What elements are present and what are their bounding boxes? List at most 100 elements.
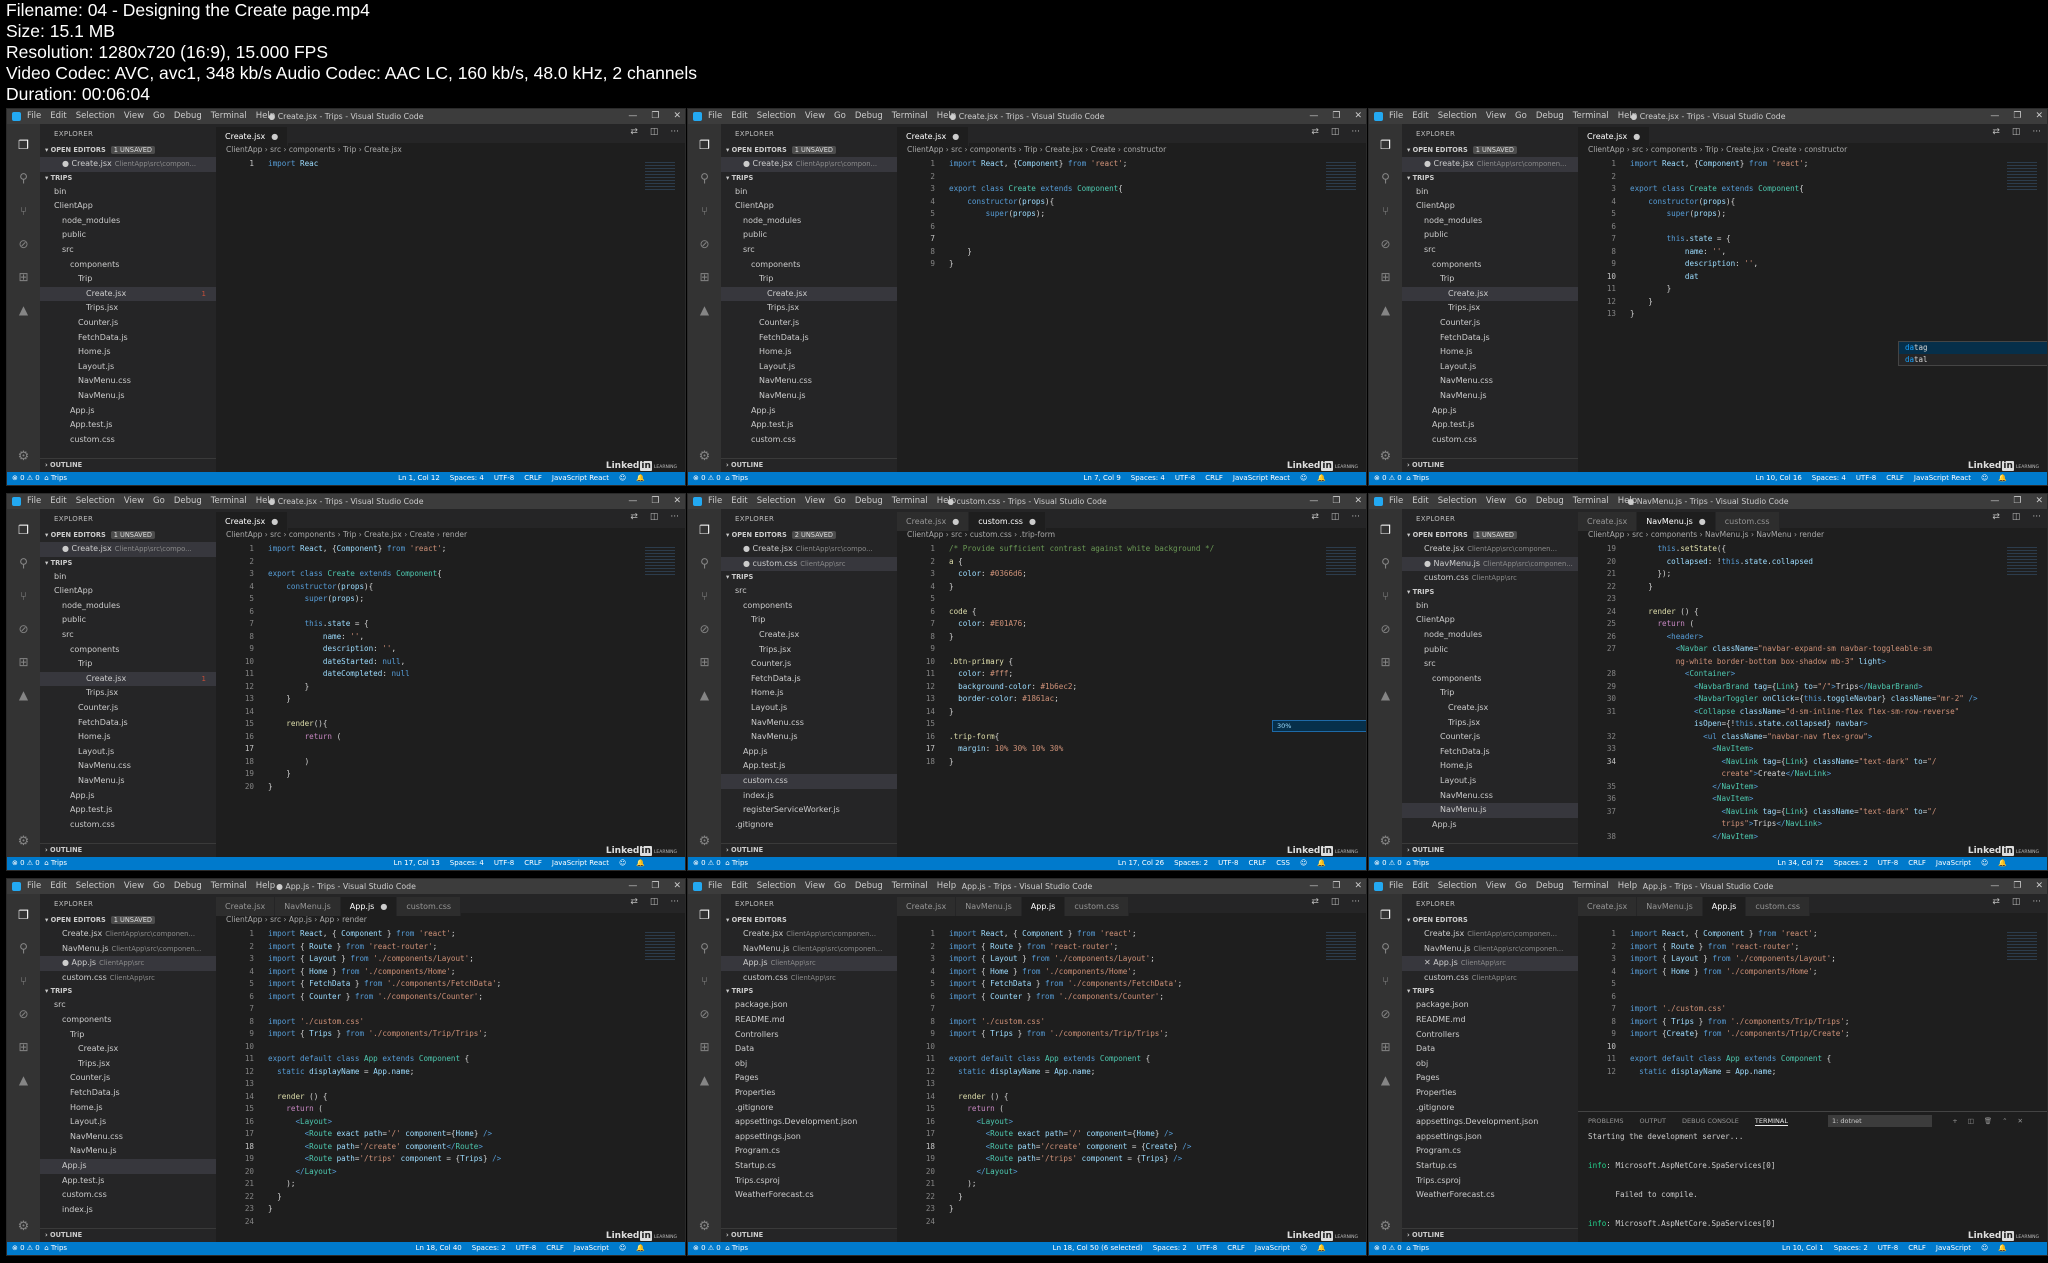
code-line[interactable]: 19 <Route path='/trips' component = {Tri… bbox=[897, 1153, 1366, 1166]
more-icon[interactable]: ··· bbox=[670, 512, 679, 522]
file-tree-item[interactable]: FetchData.js bbox=[1402, 331, 1578, 346]
file-tree-item[interactable]: src bbox=[40, 628, 216, 643]
file-tree-item[interactable]: FetchData.js bbox=[1402, 745, 1578, 760]
extensions-icon[interactable]: ⊞ bbox=[7, 651, 40, 674]
minimize-icon[interactable]: — bbox=[1990, 881, 1999, 891]
code-line[interactable]: 12 background-color: #1b6ec2; bbox=[897, 681, 1366, 694]
code-line[interactable]: 2 import { Route } from 'react-router'; bbox=[897, 941, 1366, 954]
debug-icon[interactable]: ⊘ bbox=[1369, 618, 1402, 641]
outline-section[interactable]: › OUTLINE bbox=[40, 843, 216, 857]
outline-section[interactable]: › OUTLINE bbox=[1402, 458, 1578, 472]
file-tree-item[interactable]: Layout.js bbox=[721, 701, 897, 716]
restore-icon[interactable]: ❐ bbox=[651, 496, 659, 506]
problems-status[interactable]: ⊗ 0 ⚠ 0 bbox=[12, 859, 40, 867]
code-line[interactable]: 4 import { Home } from './components/Home… bbox=[897, 966, 1366, 979]
code-line[interactable]: 26 <header> bbox=[1578, 631, 2047, 644]
code-line[interactable]: 16 <Layout> bbox=[897, 1116, 1366, 1129]
minimap[interactable] bbox=[1326, 932, 1356, 962]
file-tree-item[interactable]: Home.js bbox=[1402, 345, 1578, 360]
more-icon[interactable]: ··· bbox=[1351, 127, 1360, 137]
files-icon[interactable]: ❐ bbox=[688, 134, 721, 157]
editor-tab[interactable]: App.js ● bbox=[340, 897, 398, 916]
minimap[interactable] bbox=[1326, 162, 1356, 192]
code-line[interactable]: 10 .btn-primary { bbox=[897, 656, 1366, 669]
file-tree-item[interactable]: node_modules bbox=[1402, 214, 1578, 229]
files-icon[interactable]: ❐ bbox=[688, 904, 721, 927]
editor-tab[interactable]: App.js bbox=[1702, 897, 1747, 916]
indentation[interactable]: Spaces: 4 bbox=[1131, 474, 1165, 482]
file-tree-item[interactable]: Trip bbox=[721, 613, 897, 628]
file-tree-item[interactable]: Startup.cs bbox=[721, 1159, 897, 1174]
open-editor-item[interactable]: ● NavMenu.js ClientApp\src\componen... bbox=[1402, 556, 1578, 572]
close-window-icon[interactable]: ✕ bbox=[1354, 881, 1362, 891]
restore-icon[interactable]: ❐ bbox=[651, 881, 659, 891]
file-tree-item[interactable]: Layout.js bbox=[1402, 774, 1578, 789]
problems-status[interactable]: ⊗ 0 ⚠ 0 bbox=[693, 474, 721, 482]
editor-tab[interactable]: Create.jsx ● bbox=[216, 512, 289, 531]
file-tree-item[interactable]: custom.css bbox=[40, 818, 216, 833]
line-ending[interactable]: CRLF bbox=[524, 474, 542, 482]
file-tree-item[interactable]: components bbox=[721, 599, 897, 614]
file-tree-item[interactable]: NavMenu.css bbox=[1402, 789, 1578, 804]
branch-status[interactable]: Trips bbox=[732, 1244, 748, 1252]
code-line[interactable]: 6 import { Counter } from './components/C… bbox=[216, 991, 685, 1004]
code-line[interactable]: 2 bbox=[216, 556, 685, 569]
language-mode[interactable]: JavaScript React bbox=[552, 474, 609, 482]
code-line[interactable]: 19 } bbox=[216, 768, 685, 781]
file-tree-item[interactable]: NavMenu.css bbox=[40, 1130, 216, 1145]
outline-section[interactable]: › OUTLINE bbox=[40, 1228, 216, 1242]
close-window-icon[interactable]: ✕ bbox=[2035, 111, 2043, 121]
trips-section[interactable]: ▾ TRIPS bbox=[1402, 985, 1578, 998]
code-line[interactable]: 19 <Route path='/trips' component = {Tri… bbox=[216, 1153, 685, 1166]
code-line[interactable]: 36 <NavItem> bbox=[1578, 793, 2047, 806]
bell-icon[interactable]: 🔔 bbox=[636, 859, 645, 867]
code-line[interactable]: 6 bbox=[897, 221, 1366, 234]
search-icon[interactable]: ⚲ bbox=[7, 552, 40, 575]
code-line[interactable]: 29 <NavbarBrand tag={Link} to="/">Trips<… bbox=[1578, 681, 2047, 694]
files-icon[interactable]: ❐ bbox=[7, 904, 40, 927]
file-tree-item[interactable]: Counter.js bbox=[40, 316, 216, 331]
source-control-icon[interactable]: ⑂ bbox=[1369, 970, 1402, 993]
open-editors-section[interactable]: ▾ OPEN EDITORS bbox=[721, 914, 897, 927]
language-mode[interactable]: JavaScript React bbox=[1233, 474, 1290, 482]
file-tree-item[interactable]: WeatherForecast.cs bbox=[721, 1188, 897, 1203]
bell-icon[interactable]: 🔔 bbox=[636, 474, 645, 482]
panel-tab-debug-console[interactable]: DEBUG CONSOLE bbox=[1682, 1117, 1739, 1125]
cursor-position[interactable]: Ln 18, Col 50 (6 selected) bbox=[1053, 1244, 1143, 1252]
code-line[interactable]: 8 } bbox=[897, 246, 1366, 259]
restore-icon[interactable]: ❐ bbox=[1332, 881, 1340, 891]
problems-status[interactable]: ⊗ 0 ⚠ 0 bbox=[12, 1244, 40, 1252]
gear-icon[interactable]: ⚙ bbox=[1369, 449, 1402, 464]
code-line[interactable]: 11 export default class App extends Compo… bbox=[216, 1053, 685, 1066]
close-window-icon[interactable]: ✕ bbox=[1354, 111, 1362, 121]
open-editor-item[interactable]: ● App.js ClientApp\src bbox=[40, 956, 216, 971]
split-icon[interactable]: ◫ bbox=[1968, 1117, 1974, 1125]
file-tree-item[interactable]: package.json bbox=[1402, 998, 1578, 1013]
file-tree-item[interactable]: FetchData.js bbox=[40, 331, 216, 346]
encoding[interactable]: UTF-8 bbox=[1856, 474, 1876, 482]
minimap[interactable] bbox=[2007, 547, 2037, 577]
file-tree-item[interactable]: README.md bbox=[1402, 1013, 1578, 1028]
code-line[interactable]: 10 bbox=[216, 1041, 685, 1054]
code-line[interactable]: 24 bbox=[897, 1216, 1366, 1229]
more-icon[interactable]: ··· bbox=[670, 127, 679, 137]
line-ending[interactable]: CRLF bbox=[1908, 859, 1926, 867]
file-tree-item[interactable]: Data bbox=[1402, 1042, 1578, 1057]
code-line[interactable]: 10 bbox=[897, 1041, 1366, 1054]
code-line[interactable]: 13 bbox=[897, 1078, 1366, 1091]
open-editor-item[interactable]: ● Create.jsx ClientApp\src\compon... bbox=[40, 157, 216, 172]
code-line[interactable]: 9} bbox=[897, 258, 1366, 271]
azure-icon[interactable]: ▲ bbox=[688, 1069, 721, 1092]
file-tree-item[interactable]: components bbox=[40, 1013, 216, 1028]
restore-icon[interactable]: ❐ bbox=[2013, 881, 2021, 891]
file-tree-item[interactable]: Create.jsx bbox=[1402, 701, 1578, 716]
code-line[interactable]: 4 constructor(props){ bbox=[1578, 196, 2047, 209]
azure-icon[interactable]: ▲ bbox=[7, 684, 40, 707]
code-line[interactable]: 22 } bbox=[216, 1191, 685, 1204]
open-editor-item[interactable]: custom.css ClientApp\src bbox=[40, 971, 216, 986]
problems-status[interactable]: ⊗ 0 ⚠ 0 bbox=[1374, 474, 1402, 482]
gear-icon[interactable]: ⚙ bbox=[7, 834, 40, 849]
editor-tab[interactable]: NavMenu.js bbox=[956, 897, 1022, 916]
line-ending[interactable]: CRLF bbox=[524, 859, 542, 867]
debug-icon[interactable]: ⊘ bbox=[7, 233, 40, 256]
